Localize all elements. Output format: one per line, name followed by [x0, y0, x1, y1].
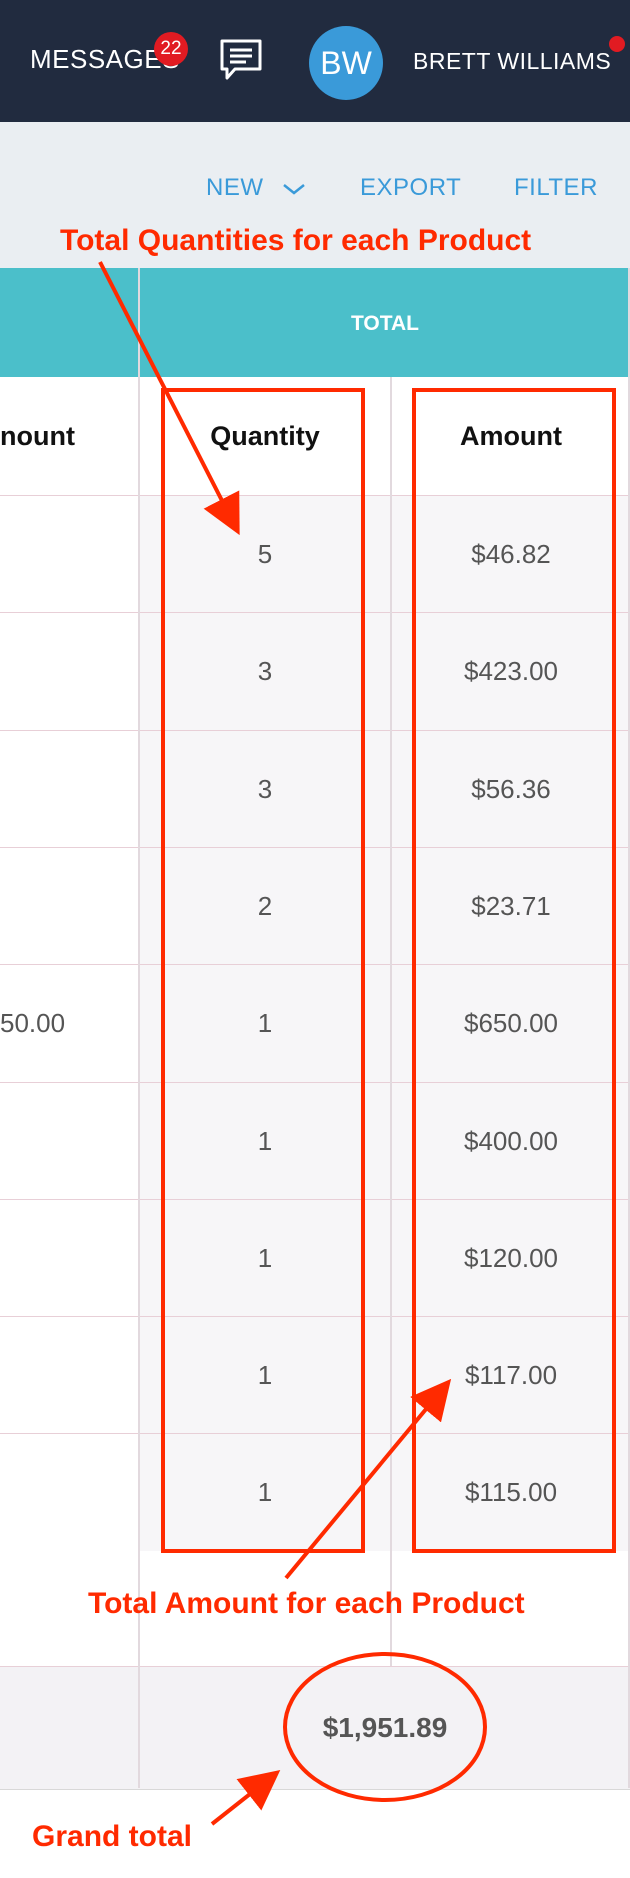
amount-cell: $650.00	[392, 965, 630, 1083]
column-divider	[138, 268, 140, 1788]
amount-cell: $115.00	[392, 1434, 630, 1552]
table-row[interactable]: 2 $23.71	[0, 846, 630, 965]
previous-amount-cell	[0, 730, 138, 848]
column-header-amount-previous[interactable]: nount	[0, 377, 138, 495]
notification-dot	[609, 36, 625, 52]
group-header-total-label: TOTAL	[350, 312, 420, 335]
user-name-menu[interactable]: BRETT WILLIAMS	[413, 48, 611, 75]
amount-cell: $400.00	[392, 1082, 630, 1200]
table-row[interactable]: 3 $423.00	[0, 612, 630, 731]
messages-count-badge: 22	[154, 32, 188, 66]
quantity-cell: 1	[140, 1317, 390, 1435]
amount-cell: $423.00	[392, 613, 630, 731]
amount-cell: $56.36	[392, 730, 630, 848]
grand-total-value: $1,951.89	[322, 1712, 448, 1743]
column-header-quantity[interactable]: Quantity	[140, 377, 390, 495]
column-header-label: Quantity	[210, 420, 320, 451]
amount-cell: $23.71	[392, 847, 630, 965]
previous-amount-cell	[0, 496, 138, 613]
previous-amount-cell	[0, 613, 138, 731]
table-row[interactable]: 3 $56.36	[0, 729, 630, 848]
table-row[interactable]: 1 $117.00	[0, 1316, 630, 1435]
quantity-cell: 1	[140, 965, 390, 1083]
top-navigation-bar: MESSAGES 22 BW BRETT WILLIAMS	[0, 0, 630, 122]
group-header-total: TOTAL	[140, 268, 630, 377]
amount-cell: $117.00	[392, 1317, 630, 1435]
previous-amount-cell	[0, 847, 138, 965]
filter-button[interactable]: FILTER	[514, 174, 598, 202]
chat-icon[interactable]	[219, 38, 263, 87]
previous-amount-cell	[0, 1317, 138, 1435]
column-header-amount[interactable]: Amount	[392, 377, 630, 495]
quantity-cell: 3	[140, 730, 390, 848]
table-row[interactable]: 50.00 1 $650.00	[0, 964, 630, 1083]
annotation-amount: Total Amount for each Product	[88, 1587, 525, 1620]
table-row[interactable]: 1 $115.00	[0, 1433, 630, 1552]
amount-cell: $120.00	[392, 1199, 630, 1317]
quantity-cell: 1	[140, 1199, 390, 1317]
previous-amount-cell: 50.00	[0, 965, 138, 1083]
group-header-previous	[0, 268, 138, 377]
new-dropdown-button[interactable]: NEW	[206, 174, 307, 202]
annotation-quantities: Total Quantities for each Product	[60, 224, 532, 257]
amount-cell: $46.82	[392, 496, 630, 613]
quantity-cell: 1	[140, 1434, 390, 1552]
previous-amount-cell	[0, 1199, 138, 1317]
quantity-cell: 5	[140, 496, 390, 613]
column-header-label: Amount	[460, 420, 562, 451]
quantity-cell: 1	[140, 1082, 390, 1200]
column-header-label: nount	[0, 420, 75, 451]
column-divider	[390, 377, 392, 1666]
user-avatar[interactable]: BW	[309, 26, 383, 100]
export-button[interactable]: EXPORT	[360, 174, 461, 202]
previous-amount-cell	[0, 1434, 138, 1552]
quantity-cell: 2	[140, 847, 390, 965]
annotation-grand-total: Grand total	[32, 1820, 193, 1853]
new-button-label: NEW	[206, 174, 264, 201]
chevron-down-icon	[282, 183, 305, 195]
quantity-cell: 3	[140, 613, 390, 731]
previous-amount-cell	[0, 1082, 138, 1200]
table-row[interactable]: 1 $400.00	[0, 1081, 630, 1200]
table-row[interactable]: 5 $46.82	[0, 495, 630, 613]
grand-total-row: $1,951.89	[0, 1666, 630, 1790]
table-row[interactable]: 1 $120.00	[0, 1198, 630, 1317]
